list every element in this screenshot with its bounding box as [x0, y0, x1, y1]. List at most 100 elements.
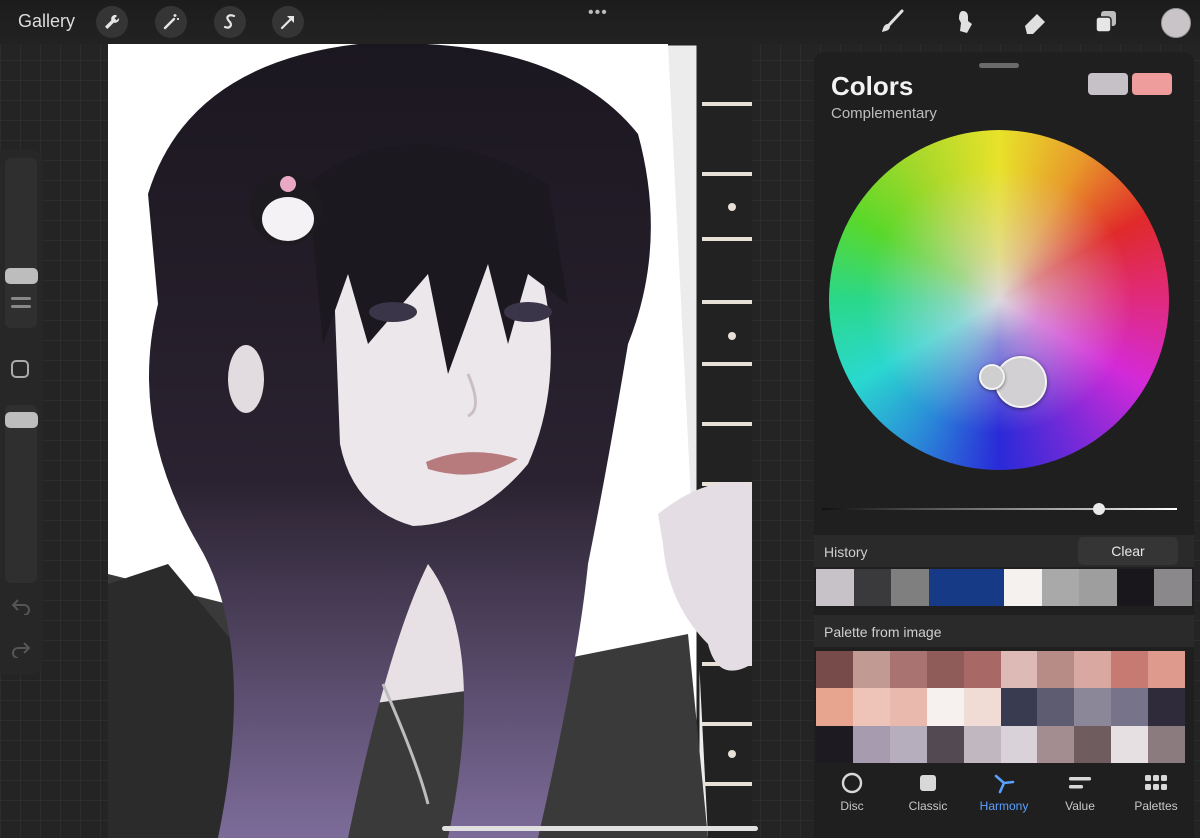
transform-button[interactable]	[272, 6, 304, 38]
adjustments-button[interactable]	[155, 6, 187, 38]
eraser-icon[interactable]	[1021, 8, 1049, 36]
palette-swatch[interactable]	[1000, 651, 1038, 689]
palettes-grid-icon	[1145, 775, 1167, 790]
palette-swatch[interactable]	[926, 651, 964, 689]
panel-title: Colors	[831, 71, 914, 101]
classic-square-icon	[920, 775, 936, 791]
palette-swatch[interactable]	[852, 651, 890, 689]
complementary-color-knob[interactable]	[979, 364, 1005, 390]
history-swatch[interactable]	[816, 569, 854, 606]
palette-swatch[interactable]	[852, 725, 890, 763]
brush-size-thumb[interactable]	[5, 268, 38, 284]
gallery-button[interactable]: Gallery	[18, 11, 75, 32]
hamburger-icon	[11, 297, 31, 308]
history-label: History	[824, 544, 868, 560]
smudge-icon[interactable]	[951, 8, 979, 36]
brightness-slider-thumb[interactable]	[1092, 503, 1105, 515]
tab-classic[interactable]: Classic	[890, 765, 966, 825]
history-swatch[interactable]	[966, 569, 1004, 606]
tab-classic-label: Classic	[908, 799, 948, 813]
palette-swatch[interactable]	[963, 651, 1001, 689]
palette-swatch[interactable]	[1111, 725, 1149, 763]
more-options-handle[interactable]: •••	[588, 4, 608, 22]
transform-arrow-icon	[280, 15, 295, 30]
palette-swatch[interactable]	[1000, 725, 1038, 763]
palette-swatch[interactable]	[926, 688, 964, 726]
history-swatch[interactable]	[1079, 569, 1117, 606]
left-sidebar	[0, 150, 42, 674]
tab-value[interactable]: Value	[1042, 765, 1118, 825]
brightness-slider[interactable]	[822, 508, 1177, 510]
palette-swatch[interactable]	[1037, 688, 1075, 726]
tab-harmony[interactable]: Harmony	[966, 765, 1042, 825]
tab-palettes-label: Palettes	[1134, 799, 1178, 813]
secondary-color-swatch[interactable]	[1132, 73, 1172, 95]
palette-swatch[interactable]	[963, 725, 1001, 763]
harmony-mode-selector[interactable]: Complementary	[831, 105, 937, 122]
palette-swatch[interactable]	[1000, 688, 1038, 726]
history-swatch[interactable]	[928, 569, 967, 606]
palette-swatch[interactable]	[889, 688, 927, 726]
redo-icon[interactable]	[10, 640, 32, 658]
primary-color-swatch[interactable]	[1088, 73, 1128, 95]
palette-swatch[interactable]	[926, 725, 964, 763]
palette-swatch[interactable]	[1037, 725, 1075, 763]
palette-label: Palette from image	[824, 624, 942, 640]
history-swatch[interactable]	[853, 569, 892, 606]
tab-disc[interactable]: Disc	[814, 765, 890, 825]
palette-swatch[interactable]	[1111, 688, 1149, 726]
palette-swatch[interactable]	[889, 725, 927, 763]
history-swatch[interactable]	[1116, 569, 1155, 606]
value-sliders-icon	[1069, 777, 1091, 789]
palette-swatch[interactable]	[963, 688, 1001, 726]
brush-opacity-thumb[interactable]	[5, 412, 38, 428]
layers-icon[interactable]	[1092, 8, 1120, 36]
brush-icon[interactable]	[878, 8, 906, 36]
drawing-canvas[interactable]	[108, 44, 752, 838]
palette-swatch[interactable]	[1074, 725, 1112, 763]
history-swatch[interactable]	[1041, 569, 1080, 606]
selection-button[interactable]	[214, 6, 246, 38]
palette-swatch[interactable]	[1148, 688, 1185, 726]
modify-square-button[interactable]	[11, 360, 29, 378]
palette-swatch[interactable]	[852, 688, 890, 726]
tab-palettes[interactable]: Palettes	[1118, 765, 1194, 825]
palette-swatch[interactable]	[1074, 688, 1112, 726]
artwork-illustration	[108, 44, 752, 838]
magic-wand-icon	[163, 14, 179, 30]
palette-swatch[interactable]	[1111, 651, 1149, 689]
tab-value-label: Value	[1065, 799, 1095, 813]
history-swatch[interactable]	[891, 569, 929, 606]
actions-wrench-button[interactable]	[96, 6, 128, 38]
palette-swatch[interactable]	[889, 651, 927, 689]
palette-swatch[interactable]	[1074, 651, 1112, 689]
home-indicator	[442, 826, 758, 831]
colors-panel: Colors Complementary History Clear Palet…	[814, 52, 1194, 838]
history-swatches	[816, 569, 1192, 606]
wrench-icon	[105, 14, 120, 29]
palette-swatches	[816, 651, 1185, 763]
palette-swatch[interactable]	[1037, 651, 1075, 689]
undo-icon[interactable]	[10, 597, 32, 615]
palette-swatch[interactable]	[1148, 651, 1185, 689]
harmony-color-wheel[interactable]	[829, 130, 1169, 470]
tab-harmony-label: Harmony	[979, 799, 1029, 813]
palette-swatch[interactable]	[816, 688, 853, 726]
clear-history-button[interactable]: Clear	[1078, 537, 1178, 565]
palette-swatch[interactable]	[816, 725, 853, 763]
palette-header: Palette from image	[814, 615, 1194, 647]
active-color-button[interactable]	[1161, 8, 1191, 38]
brush-opacity-slider[interactable]	[5, 405, 37, 583]
color-mode-tabbar: Disc Classic Harmony Value Palettes	[814, 765, 1194, 825]
panel-grabber[interactable]	[979, 63, 1019, 68]
disc-icon	[841, 772, 863, 794]
history-swatch[interactable]	[1003, 569, 1042, 606]
harmony-icon	[994, 774, 1015, 794]
history-swatch[interactable]	[1154, 569, 1192, 606]
palette-swatch[interactable]	[816, 651, 853, 689]
tab-disc-label: Disc	[840, 799, 864, 813]
top-toolbar: Gallery •••	[0, 0, 1200, 44]
selection-s-icon	[223, 14, 236, 29]
history-header: History Clear	[814, 535, 1194, 567]
palette-swatch[interactable]	[1148, 725, 1185, 763]
